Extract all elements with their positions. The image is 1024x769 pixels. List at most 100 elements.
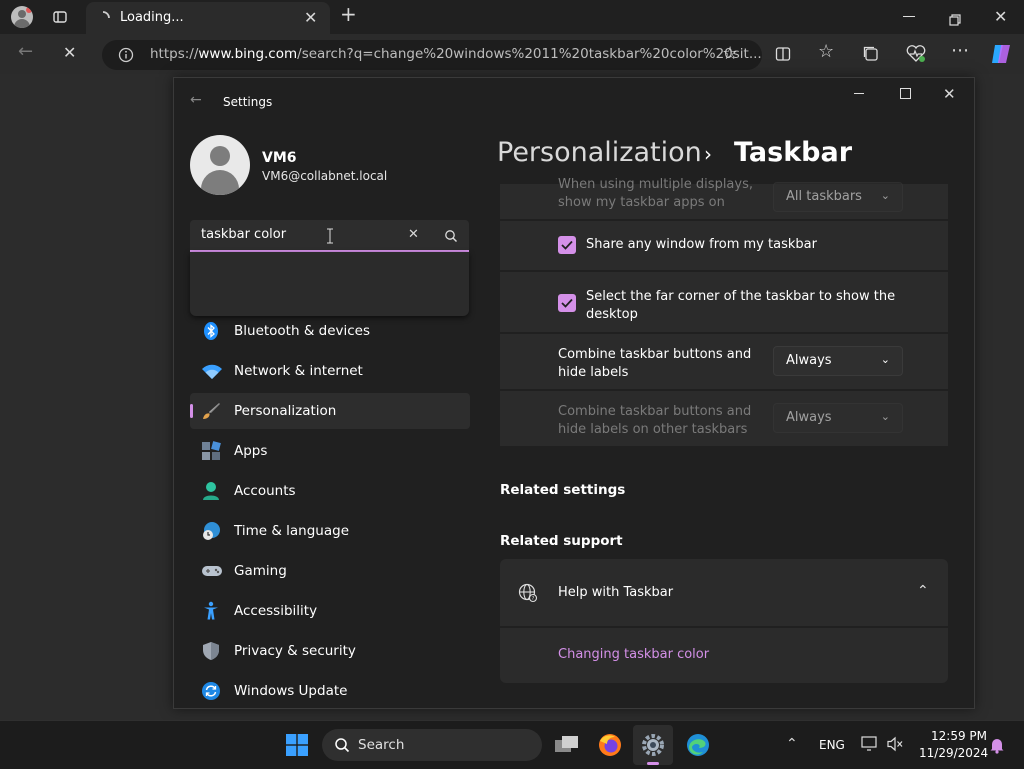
search-icon[interactable]	[444, 228, 458, 242]
help-title: Help with Taskbar	[558, 585, 674, 600]
search-suggestions-dropdown	[190, 252, 469, 316]
edge-icon[interactable]	[685, 732, 711, 758]
clock-time[interactable]: 12:59 PM	[931, 729, 987, 743]
text-cursor-icon	[326, 228, 334, 244]
windows-taskbar: Search ⌃ ENG 12:59 PM 11/29/2024	[0, 720, 1024, 769]
account-icon	[201, 481, 221, 501]
related-support-heading: Related support	[500, 533, 623, 549]
bluetooth-icon	[201, 321, 221, 341]
volume-muted-icon[interactable]	[886, 736, 904, 752]
nav-item-time-language[interactable]: Time & language	[190, 513, 470, 549]
settings-search-input[interactable]: taskbar color ✕	[190, 220, 469, 252]
loading-spinner-icon	[96, 10, 110, 24]
profile-avatar[interactable]	[11, 6, 33, 28]
favorite-star-icon[interactable]: ☆	[722, 45, 738, 63]
accessibility-icon	[201, 601, 221, 621]
share-window-checkbox[interactable]	[558, 236, 576, 254]
clear-search-icon[interactable]: ✕	[408, 227, 419, 243]
back-icon[interactable]: ←	[18, 43, 33, 61]
more-options-icon[interactable]: ⋯	[951, 42, 969, 60]
settings-minimize-icon[interactable]	[854, 93, 864, 94]
combine-other-dropdown[interactable]: Always ⌄	[773, 403, 903, 433]
network-icon[interactable]	[861, 736, 879, 752]
favorites-icon[interactable]: ☆	[818, 43, 834, 61]
taskbar-search[interactable]: Search	[322, 729, 542, 761]
close-tab-icon[interactable]: ✕	[304, 10, 317, 26]
update-icon	[201, 681, 221, 701]
help-link-changing-taskbar-color[interactable]: Changing taskbar color	[558, 646, 709, 664]
url-text: https://www.bing.com/search?q=change%20w…	[150, 46, 762, 62]
globe-help-icon: ?	[518, 583, 538, 603]
settings-maximize-icon[interactable]	[900, 88, 911, 99]
chevron-down-icon: ⌄	[880, 189, 890, 202]
tab-actions-icon[interactable]	[52, 9, 68, 25]
minimize-icon[interactable]	[903, 16, 915, 17]
nav-item-personalization[interactable]: Personalization	[190, 393, 470, 429]
firefox-icon[interactable]	[597, 732, 623, 758]
clock-date[interactable]: 11/29/2024	[919, 746, 988, 760]
browser-tab[interactable]: Loading... ✕	[86, 2, 330, 34]
restore-icon[interactable]	[949, 11, 961, 26]
nav-item-accounts[interactable]: Accounts	[190, 473, 470, 509]
settings-close-icon[interactable]: ✕	[943, 86, 956, 102]
globe-clock-icon	[201, 521, 221, 541]
combine-buttons-row: Combine taskbar buttons and hide labels …	[500, 334, 948, 389]
notification-bell-icon[interactable]	[989, 736, 1005, 754]
address-toolbar: ← ✕ https://www.bing.com/search?q=change…	[0, 34, 1024, 74]
multi-display-dropdown[interactable]: All taskbars ⌄	[773, 182, 903, 212]
shield-icon	[201, 641, 221, 661]
page-title: Taskbar	[734, 137, 853, 168]
wifi-icon	[201, 361, 222, 381]
browser-tab-bar: Loading... ✕ + ✕	[0, 0, 1024, 34]
breadcrumb-separator: ›	[704, 142, 712, 166]
share-window-row[interactable]: Share any window from my taskbar	[500, 221, 948, 270]
copilot-icon[interactable]	[989, 42, 1013, 66]
nav-item-bluetooth[interactable]: Bluetooth & devices	[190, 313, 470, 349]
user-name: VM6	[262, 150, 297, 166]
far-corner-row[interactable]: Select the far corner of the taskbar to …	[500, 272, 948, 332]
close-window-icon[interactable]: ✕	[994, 9, 1007, 25]
search-icon	[334, 737, 350, 753]
site-info-icon[interactable]	[118, 47, 134, 63]
nav-item-accessibility[interactable]: Accessibility	[190, 593, 470, 629]
help-with-taskbar-header[interactable]: ? Help with Taskbar ⌃	[500, 559, 948, 626]
nav-item-gaming[interactable]: Gaming	[190, 553, 470, 589]
selection-indicator	[190, 404, 193, 418]
settings-back-icon[interactable]: ←	[190, 92, 202, 108]
chevron-down-icon: ⌄	[880, 410, 890, 423]
nav-item-windows-update[interactable]: Windows Update	[190, 673, 470, 708]
new-tab-icon[interactable]: +	[340, 4, 357, 24]
browser-essentials-icon[interactable]	[906, 45, 926, 63]
address-bar[interactable]: https://www.bing.com/search?q=change%20w…	[102, 40, 762, 70]
split-screen-icon[interactable]	[775, 46, 791, 62]
collections-icon[interactable]	[863, 46, 879, 62]
settings-window: ← Settings ✕ VM6 VM6@collabnet.local tas…	[173, 77, 975, 709]
svg-text:?: ?	[532, 596, 535, 602]
task-view-icon[interactable]	[554, 734, 580, 756]
window-title: Settings	[223, 95, 273, 109]
tab-title: Loading...	[120, 10, 184, 25]
stop-loading-icon[interactable]: ✕	[63, 45, 76, 61]
brush-icon	[201, 401, 221, 421]
chevron-up-icon[interactable]: ⌃	[917, 583, 929, 599]
settings-gear-icon[interactable]	[633, 725, 673, 765]
nav-item-apps[interactable]: Apps	[190, 433, 470, 469]
apps-icon	[201, 441, 221, 461]
nav-item-privacy-security[interactable]: Privacy & security	[190, 633, 470, 669]
combine-buttons-dropdown[interactable]: Always ⌄	[773, 346, 903, 376]
nav-item-network[interactable]: Network & internet	[190, 353, 470, 389]
search-input-value: taskbar color	[201, 227, 287, 242]
far-corner-checkbox[interactable]	[558, 294, 576, 312]
language-indicator[interactable]: ENG	[819, 738, 845, 752]
chevron-down-icon: ⌄	[880, 353, 890, 366]
multi-display-row: When using multiple displays, show my ta…	[500, 177, 948, 219]
start-windows-icon[interactable]	[286, 734, 308, 756]
combine-other-row: Combine taskbar buttons and hide labels …	[500, 391, 948, 446]
breadcrumb-parent[interactable]: Personalization	[497, 137, 702, 168]
user-avatar[interactable]	[190, 135, 250, 195]
related-settings-heading: Related settings	[500, 482, 626, 498]
show-hidden-icons-chevron[interactable]: ⌃	[786, 736, 798, 752]
help-links-panel: Changing taskbar color	[500, 628, 948, 683]
gamepad-icon	[201, 561, 222, 581]
user-email: VM6@collabnet.local	[262, 169, 388, 183]
